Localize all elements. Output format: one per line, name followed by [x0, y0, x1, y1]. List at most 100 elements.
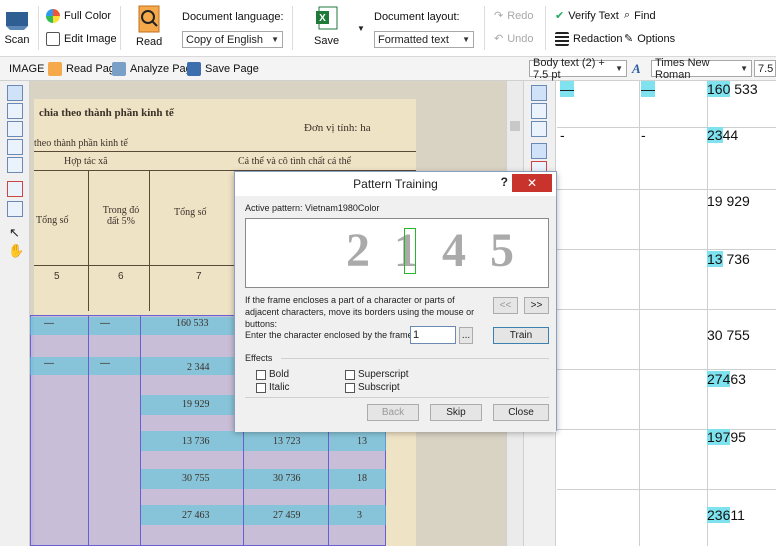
font-select[interactable]: Times New Roman ▼	[651, 57, 752, 81]
text-cell[interactable]: 30 755	[707, 327, 750, 343]
zoom-view-icon[interactable]	[531, 121, 547, 137]
move-right-button[interactable]: >>	[524, 297, 549, 314]
back-button[interactable]: Back	[367, 404, 419, 421]
text-cell[interactable]: -	[641, 127, 646, 143]
save-options-chevron-icon[interactable]: ▼	[357, 24, 365, 33]
save-page-button[interactable]: Save Page	[187, 62, 259, 76]
character-frame[interactable]	[404, 228, 416, 274]
uncertain-text: 236	[707, 507, 731, 523]
frame-hint: If the frame encloses a part of a charac…	[245, 295, 475, 329]
close-button[interactable]: Close	[493, 404, 549, 421]
text-cell[interactable]: 13 736	[707, 251, 750, 267]
text-editor-pane[interactable]: — — 160 533 - - 2344 19 929 13 736 30 75…	[557, 81, 776, 546]
character-input[interactable]: 1	[410, 326, 456, 344]
scroll-thumb[interactable]	[510, 121, 520, 131]
cell-text: 533	[730, 81, 758, 97]
close-icon[interactable]: ✕	[512, 174, 552, 192]
text-view-icon[interactable]	[531, 143, 547, 159]
delete-area-tool-icon[interactable]	[7, 181, 23, 197]
italic-checkbox[interactable]: Italic	[256, 382, 290, 393]
cell-text: 95	[730, 429, 746, 445]
rule	[149, 171, 150, 311]
read-page-button[interactable]: Read Page	[48, 62, 121, 76]
superscript-label: Superscript	[358, 369, 409, 380]
table-column-divider[interactable]	[88, 315, 89, 546]
move-left-button[interactable]: <<	[493, 297, 518, 314]
doc-layout-select[interactable]: Formatted text ▼	[374, 31, 474, 48]
read-page-icon	[48, 62, 62, 76]
text-cell[interactable]: 23611	[707, 507, 745, 523]
options-label: Options	[637, 32, 676, 45]
text-cell[interactable]: —	[641, 81, 655, 97]
cell-text: 736	[722, 251, 750, 267]
image-tools-strip: ↖ ✋	[0, 81, 30, 546]
paragraph-style-select[interactable]: Body text (2) + 7.5 pt ▼	[529, 57, 627, 81]
active-pattern-value: Vietnam1980Color	[305, 203, 380, 213]
text-cell[interactable]: 19 929	[707, 193, 750, 209]
subscript-label: Subscript	[358, 382, 400, 393]
doc-layout-value: Formatted text	[378, 33, 449, 46]
text-cell[interactable]: -	[560, 127, 565, 143]
text-cell[interactable]: —	[560, 81, 574, 97]
read-label: Read	[136, 36, 163, 48]
train-button[interactable]: Train	[493, 327, 549, 344]
bold-label: Bold	[269, 369, 290, 380]
find-button[interactable]: ⌕ Find	[624, 9, 656, 22]
glyph-string: 2 1 4 5	[346, 224, 520, 277]
subscript-checkbox[interactable]: Subscript	[345, 382, 400, 393]
options-button[interactable]: ✎ Options	[624, 32, 676, 46]
text-cell[interactable]: 2344	[707, 127, 738, 143]
table-cell: —	[100, 358, 110, 369]
analyze-page-button[interactable]: Analyze Page	[112, 62, 198, 76]
read-button[interactable]: Read	[136, 4, 162, 48]
barcode-area-tool-icon[interactable]	[7, 139, 23, 155]
font-style-icon[interactable]: A	[632, 61, 641, 77]
special-chars-button[interactable]: ...	[459, 327, 473, 344]
save-button[interactable]: X Save	[314, 5, 339, 47]
text-cell[interactable]: 27463	[707, 371, 746, 387]
bold-checkbox[interactable]: Bold	[256, 369, 289, 380]
edit-image-button[interactable]: Edit Image	[46, 32, 117, 46]
redo-button[interactable]: ↷ Redo	[494, 9, 534, 23]
hand-tool-icon[interactable]: ✋	[8, 243, 24, 259]
ribbon: Scan Full Color Edit Image Read Document…	[0, 0, 776, 57]
undo-button[interactable]: ↶ Undo	[494, 32, 534, 46]
cell-text: 30 755	[707, 327, 750, 343]
text-cell[interactable]: 19795	[707, 429, 746, 445]
scan-button[interactable]: Scan	[4, 6, 30, 46]
help-button[interactable]: ?	[501, 175, 508, 189]
separator	[545, 6, 546, 50]
table-column-divider[interactable]	[140, 315, 141, 546]
redaction-button[interactable]: Redaction	[555, 32, 623, 46]
order-areas-tool-icon[interactable]	[7, 201, 23, 217]
active-pattern-label: Active pattern:	[245, 203, 303, 213]
rule	[88, 171, 89, 311]
picture-area-tool-icon[interactable]	[7, 103, 23, 119]
glyph-preview[interactable]: 2 1 4 5	[245, 218, 549, 288]
col-number: 6	[118, 271, 124, 282]
cell-text: 63	[730, 371, 746, 387]
pointer-tool-icon[interactable]: ↖	[9, 225, 20, 241]
image-view-icon[interactable]	[531, 85, 547, 101]
background-area-tool-icon[interactable]	[7, 157, 23, 173]
superscript-checkbox[interactable]: Superscript	[345, 369, 409, 380]
uncertain-text: 13	[707, 251, 723, 267]
table-cell: 13 723	[273, 436, 301, 447]
enter-char-label: Enter the character enclosed by the fram…	[245, 330, 416, 340]
verify-text-button[interactable]: ✔ Verify Text	[555, 9, 619, 23]
table-cell: —	[100, 318, 110, 329]
save-page-label: Save Page	[205, 63, 259, 75]
text-cell[interactable]: 160 533	[707, 81, 758, 97]
skip-button[interactable]: Skip	[430, 404, 482, 421]
page-view-icon[interactable]	[531, 103, 547, 119]
full-color-label: Full Color	[64, 10, 112, 22]
font-size-select[interactable]: 7.5	[754, 60, 776, 77]
doc-language-select[interactable]: Copy of English ▼	[182, 31, 283, 48]
text-area-tool-icon[interactable]	[7, 85, 23, 101]
redo-label: Redo	[507, 9, 534, 22]
table-cell: 30 755	[182, 473, 210, 484]
redaction-icon	[555, 32, 569, 46]
full-color-button[interactable]: Full Color	[46, 9, 111, 23]
table-area-tool-icon[interactable]	[7, 121, 23, 137]
table-cell: 13	[357, 436, 367, 447]
